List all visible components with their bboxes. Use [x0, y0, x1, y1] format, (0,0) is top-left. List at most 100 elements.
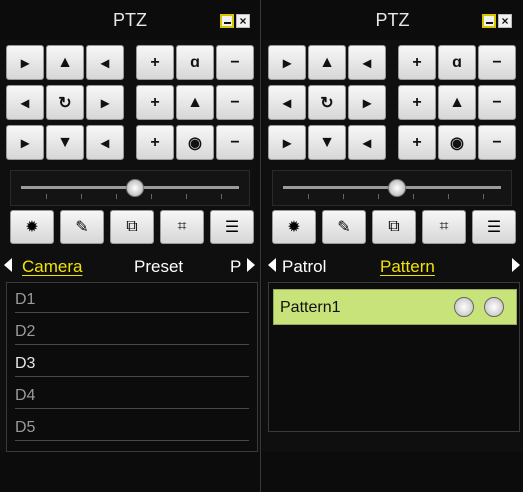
wiper-button[interactable]: ✎ [322, 210, 366, 244]
list-item[interactable]: D2 [7, 315, 257, 345]
pan-upleft-button[interactable]: ▸ [6, 45, 44, 80]
slider-tick [378, 194, 379, 199]
plus-icon: + [150, 133, 160, 151]
close-button[interactable]: × [498, 14, 512, 28]
focus-in-button[interactable]: + [398, 85, 436, 120]
arrow-down-icon: ▼ [319, 133, 335, 151]
pan-downleft-button[interactable]: ▸ [268, 125, 306, 160]
iris-in-button[interactable]: + [136, 125, 174, 160]
zoom-button[interactable]: ɑ [176, 45, 214, 80]
list-item-label: D2 [15, 323, 36, 340]
pan-down-button[interactable]: ▼ [46, 125, 84, 160]
arrow-down-icon: ▼ [57, 133, 73, 151]
iris-button[interactable]: ◉ [176, 125, 214, 160]
list-item[interactable]: D4 [7, 379, 257, 409]
iris-button[interactable]: ◉ [438, 125, 476, 160]
slider-tick [483, 194, 484, 199]
tab-right-arrow-icon[interactable] [512, 258, 520, 272]
zoom-in-button[interactable]: + [398, 45, 436, 80]
3d-zoom-button[interactable]: ⧉ [372, 210, 416, 244]
close-button[interactable]: × [236, 14, 250, 28]
auto-scan-button[interactable]: ↻ [308, 85, 346, 120]
pan-down-button[interactable]: ▼ [308, 125, 346, 160]
light-button[interactable]: ✹ [272, 210, 316, 244]
list-item-label: D3 [15, 355, 36, 372]
tab-left-arrow-icon[interactable] [4, 258, 12, 272]
auto-scan-button[interactable]: ↻ [46, 85, 84, 120]
pattern-item[interactable]: Pattern1 [273, 289, 517, 325]
tab-camera[interactable]: Camera [22, 257, 82, 277]
auto-scan-icon: ↻ [320, 94, 334, 112]
zoom-out-button[interactable]: − [216, 45, 254, 80]
arrow-up-icon: ▲ [57, 53, 73, 71]
slider-knob[interactable] [126, 179, 144, 197]
zoom-icon: ɑ [452, 53, 462, 71]
tab-bar: Camera Preset P [0, 250, 260, 282]
focus-out-button[interactable]: − [216, 85, 254, 120]
list-item[interactable]: D3 [7, 347, 257, 377]
tab-pattern[interactable]: Pattern [380, 257, 435, 277]
arrow-upright-icon: ◂ [362, 54, 372, 72]
focus-button[interactable]: ▲ [176, 85, 214, 120]
menu-button[interactable]: ☰ [210, 210, 254, 244]
3d-zoom-button[interactable]: ⧉ [110, 210, 154, 244]
minimize-button[interactable] [482, 14, 496, 28]
minimize-button[interactable] [220, 14, 234, 28]
pan-left-button[interactable]: ◂ [6, 85, 44, 120]
tab-left-arrow-icon[interactable] [268, 258, 276, 272]
list-item-label: D4 [15, 387, 36, 404]
pan-upleft-button[interactable]: ▸ [268, 45, 306, 80]
tab-right-arrow-icon[interactable] [247, 258, 255, 272]
speed-slider[interactable] [272, 170, 512, 206]
arrow-up-icon: ▲ [319, 53, 335, 71]
slider-knob[interactable] [388, 179, 406, 197]
zoom-box-icon: ⧉ [126, 218, 138, 235]
list-item[interactable]: D5 [7, 411, 257, 441]
plus-icon: + [412, 133, 422, 151]
speed-slider[interactable] [10, 170, 250, 206]
list-item[interactable]: D1 [7, 283, 257, 313]
wiper-button[interactable]: ✎ [60, 210, 104, 244]
pan-right-button[interactable]: ▸ [348, 85, 386, 120]
iris-out-button[interactable]: − [216, 125, 254, 160]
pan-downright-button[interactable]: ◂ [86, 125, 124, 160]
zoom-button[interactable]: ɑ [438, 45, 476, 80]
center-button[interactable]: ⌗ [160, 210, 204, 244]
pan-downleft-button[interactable]: ▸ [6, 125, 44, 160]
list-item-label: D1 [15, 291, 36, 308]
arrow-upright-icon: ◂ [100, 54, 110, 72]
pan-upright-button[interactable]: ◂ [348, 45, 386, 80]
zoom-in-button[interactable]: + [136, 45, 174, 80]
pan-downright-button[interactable]: ◂ [348, 125, 386, 160]
focus-out-button[interactable]: − [478, 85, 516, 120]
pan-right-button[interactable]: ▸ [86, 85, 124, 120]
center-button[interactable]: ⌗ [422, 210, 466, 244]
focus-button[interactable]: ▲ [438, 85, 476, 120]
menu-button[interactable]: ☰ [472, 210, 516, 244]
arrow-upleft-icon: ▸ [20, 54, 30, 72]
iris-out-button[interactable]: − [478, 125, 516, 160]
light-button[interactable]: ✹ [10, 210, 54, 244]
zoom-out-button[interactable]: − [478, 45, 516, 80]
iris-icon: ◉ [450, 134, 464, 152]
play-icon[interactable] [454, 297, 474, 317]
tab-p[interactable]: P [230, 257, 241, 277]
pan-left-button[interactable]: ◂ [268, 85, 306, 120]
tab-preset[interactable]: Preset [134, 257, 183, 277]
focus-icon: ▲ [449, 93, 465, 111]
pan-up-button[interactable]: ▲ [46, 45, 84, 80]
pan-upright-button[interactable]: ◂ [86, 45, 124, 80]
slider-tick [448, 194, 449, 199]
divider [15, 408, 249, 409]
center-icon: ⌗ [177, 218, 187, 235]
zoom-box-icon: ⧉ [388, 218, 400, 235]
slider-tick [116, 194, 117, 199]
focus-in-button[interactable]: + [136, 85, 174, 120]
footer [262, 452, 523, 492]
ptz-panel-left: PTZ × ▸ ▲ ◂ + ɑ − ◂ ↻ ▸ + ▲ − ▸ ▼ ◂ + ◉ … [0, 0, 261, 492]
tab-patrol[interactable]: Patrol [282, 257, 326, 277]
pan-up-button[interactable]: ▲ [308, 45, 346, 80]
iris-in-button[interactable]: + [398, 125, 436, 160]
stop-icon[interactable] [484, 297, 504, 317]
slider-tick [221, 194, 222, 199]
